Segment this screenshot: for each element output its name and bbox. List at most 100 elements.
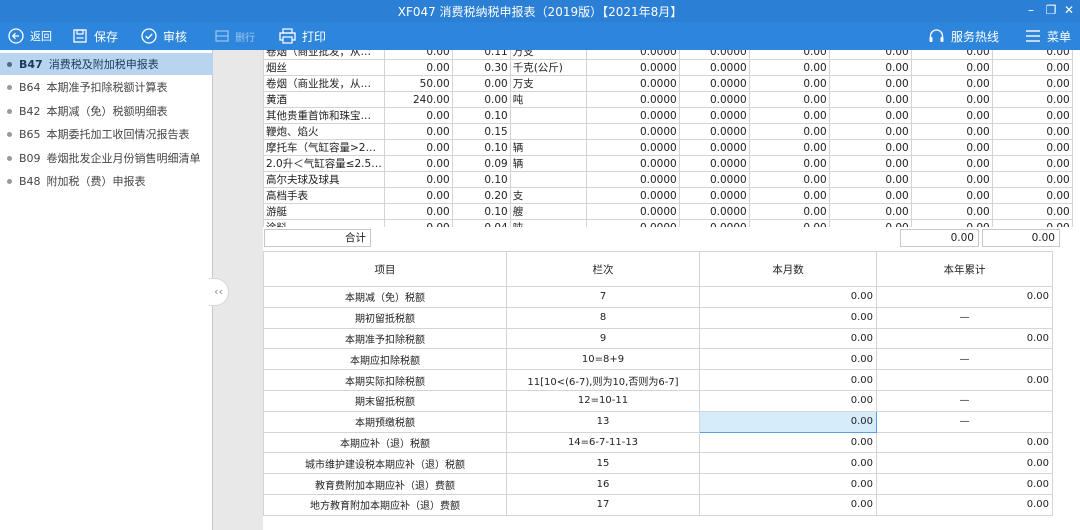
- table-cell[interactable]: 0.0000: [678, 155, 750, 172]
- table-cell[interactable]: [509, 123, 587, 140]
- table-cell[interactable]: 0.00: [910, 171, 993, 188]
- table-cell[interactable]: 0.0000: [585, 187, 680, 204]
- table-cell[interactable]: 0.00: [748, 50, 830, 60]
- table-cell[interactable]: 0.00: [828, 107, 912, 124]
- current-month-cell[interactable]: 0.00: [699, 431, 877, 454]
- table-cell[interactable]: 0.00: [748, 91, 830, 108]
- table-cell[interactable]: [509, 107, 587, 124]
- table-cell[interactable]: 0.00: [828, 171, 912, 188]
- year-to-date-cell[interactable]: 0.00: [876, 431, 1053, 454]
- table-cell[interactable]: 0.00: [910, 123, 993, 140]
- table-cell[interactable]: 0.00: [828, 59, 912, 76]
- year-to-date-cell[interactable]: 0.00: [876, 452, 1053, 475]
- table-cell[interactable]: 0.00: [991, 107, 1073, 124]
- table-cell[interactable]: 0.0000: [678, 91, 750, 108]
- table-cell[interactable]: 吨: [509, 91, 587, 108]
- table-cell[interactable]: 0.10: [451, 203, 511, 220]
- table-cell[interactable]: 50.00: [383, 75, 453, 92]
- table-cell[interactable]: 0.00: [383, 123, 453, 140]
- table-cell[interactable]: 辆: [509, 155, 587, 172]
- table-cell[interactable]: 0.00: [910, 139, 993, 156]
- table-cell[interactable]: 0.0000: [678, 139, 750, 156]
- table-cell[interactable]: 0.00: [451, 75, 511, 92]
- table-cell[interactable]: 0.00: [828, 187, 912, 204]
- table-cell[interactable]: 0.00: [828, 123, 912, 140]
- table-cell[interactable]: 0.00: [748, 123, 830, 140]
- table-cell[interactable]: 0.20: [451, 187, 511, 204]
- table-cell[interactable]: 0.00: [748, 139, 830, 156]
- table-cell[interactable]: 万支: [509, 75, 587, 92]
- table-cell[interactable]: 0.00: [748, 155, 830, 172]
- table-cell[interactable]: 0.00: [828, 203, 912, 220]
- table-cell[interactable]: 0.00: [991, 219, 1073, 227]
- table-cell[interactable]: 0.00: [451, 91, 511, 108]
- table-cell[interactable]: 0.00: [828, 75, 912, 92]
- sidebar-item-b64[interactable]: B64 本期准予扣除税额计算表: [0, 76, 213, 98]
- table-cell[interactable]: 0.00: [383, 171, 453, 188]
- table-cell[interactable]: 0.00: [383, 155, 453, 172]
- table-cell[interactable]: 0.00: [383, 139, 453, 156]
- table-cell[interactable]: 0.00: [748, 59, 830, 76]
- table-cell[interactable]: 0.0000: [678, 107, 750, 124]
- year-to-date-cell[interactable]: —: [876, 389, 1053, 412]
- table-cell[interactable]: 0.0000: [585, 59, 680, 76]
- table-cell[interactable]: 辆: [509, 139, 587, 156]
- delete-row-button[interactable]: 删行: [215, 22, 255, 50]
- year-to-date-cell[interactable]: 0.00: [876, 493, 1053, 516]
- table-cell[interactable]: 0.00: [910, 50, 993, 60]
- close-icon[interactable]: ✕: [1060, 2, 1078, 18]
- table-cell[interactable]: 0.00: [910, 219, 993, 227]
- menu-button[interactable]: 菜单: [1025, 22, 1071, 50]
- table-cell[interactable]: 0.00: [991, 123, 1073, 140]
- restore-icon[interactable]: ❐: [1042, 2, 1060, 18]
- current-month-cell[interactable]: 0.00: [699, 286, 877, 308]
- table-cell[interactable]: 0.00: [748, 203, 830, 220]
- sidebar-item-b42[interactable]: B42 本期减（免）税额明细表: [0, 100, 213, 122]
- table-cell[interactable]: 0.00: [991, 50, 1073, 60]
- table-cell[interactable]: 吨: [509, 219, 587, 227]
- table-cell[interactable]: 0.00: [748, 75, 830, 92]
- table-cell[interactable]: 0.00: [828, 139, 912, 156]
- table-cell[interactable]: 0.00: [991, 203, 1073, 220]
- table-cell[interactable]: 0.30: [451, 59, 511, 76]
- back-button[interactable]: 返回: [8, 22, 52, 50]
- table-cell[interactable]: 0.00: [828, 219, 912, 227]
- table-cell[interactable]: 0.0000: [678, 123, 750, 140]
- table-cell[interactable]: 0.0000: [585, 91, 680, 108]
- current-month-cell[interactable]: 0.00: [699, 369, 877, 391]
- table-cell[interactable]: 0.09: [451, 155, 511, 172]
- table-cell[interactable]: 0.0000: [585, 50, 680, 60]
- table-cell[interactable]: 0.00: [828, 50, 912, 60]
- review-button[interactable]: 审核: [141, 22, 187, 50]
- table-cell[interactable]: 0.0000: [585, 107, 680, 124]
- table-cell[interactable]: 0.04: [451, 219, 511, 227]
- table-cell[interactable]: 0.00: [383, 107, 453, 124]
- year-to-date-cell[interactable]: 0.00: [876, 473, 1053, 495]
- table-cell[interactable]: 0.00: [910, 155, 993, 172]
- table-cell[interactable]: 0.00: [910, 187, 993, 204]
- table-cell[interactable]: 0.10: [451, 139, 511, 156]
- table-cell[interactable]: 0.00: [748, 187, 830, 204]
- current-month-cell[interactable]: 0.00: [699, 452, 877, 475]
- table-cell[interactable]: 0.10: [451, 107, 511, 124]
- table-cell[interactable]: 0.00: [383, 203, 453, 220]
- current-month-cell[interactable]: 0.00: [699, 306, 877, 329]
- year-to-date-cell[interactable]: —: [876, 348, 1053, 371]
- sidebar-item-b47[interactable]: B47 消费税及附加税申报表: [0, 53, 213, 75]
- table-cell[interactable]: 万支: [509, 50, 587, 60]
- year-to-date-cell[interactable]: 0.00: [876, 286, 1053, 308]
- year-to-date-cell[interactable]: —: [876, 306, 1053, 329]
- minimize-icon[interactable]: –: [1022, 2, 1040, 18]
- table-cell[interactable]: 0.00: [991, 171, 1073, 188]
- table-cell[interactable]: 0.0000: [678, 203, 750, 220]
- save-button[interactable]: 保存: [72, 22, 118, 50]
- table-cell[interactable]: 0.00: [991, 139, 1073, 156]
- table-cell[interactable]: [509, 171, 587, 188]
- current-month-cell[interactable]: 0.00: [699, 327, 877, 350]
- table-cell[interactable]: 0.0000: [585, 203, 680, 220]
- table-cell[interactable]: 0.00: [383, 59, 453, 76]
- current-month-cell[interactable]: 0.00: [699, 493, 877, 516]
- table-cell[interactable]: 240.00: [383, 91, 453, 108]
- table-cell[interactable]: 0.00: [383, 219, 453, 227]
- table-cell[interactable]: 0.10: [451, 171, 511, 188]
